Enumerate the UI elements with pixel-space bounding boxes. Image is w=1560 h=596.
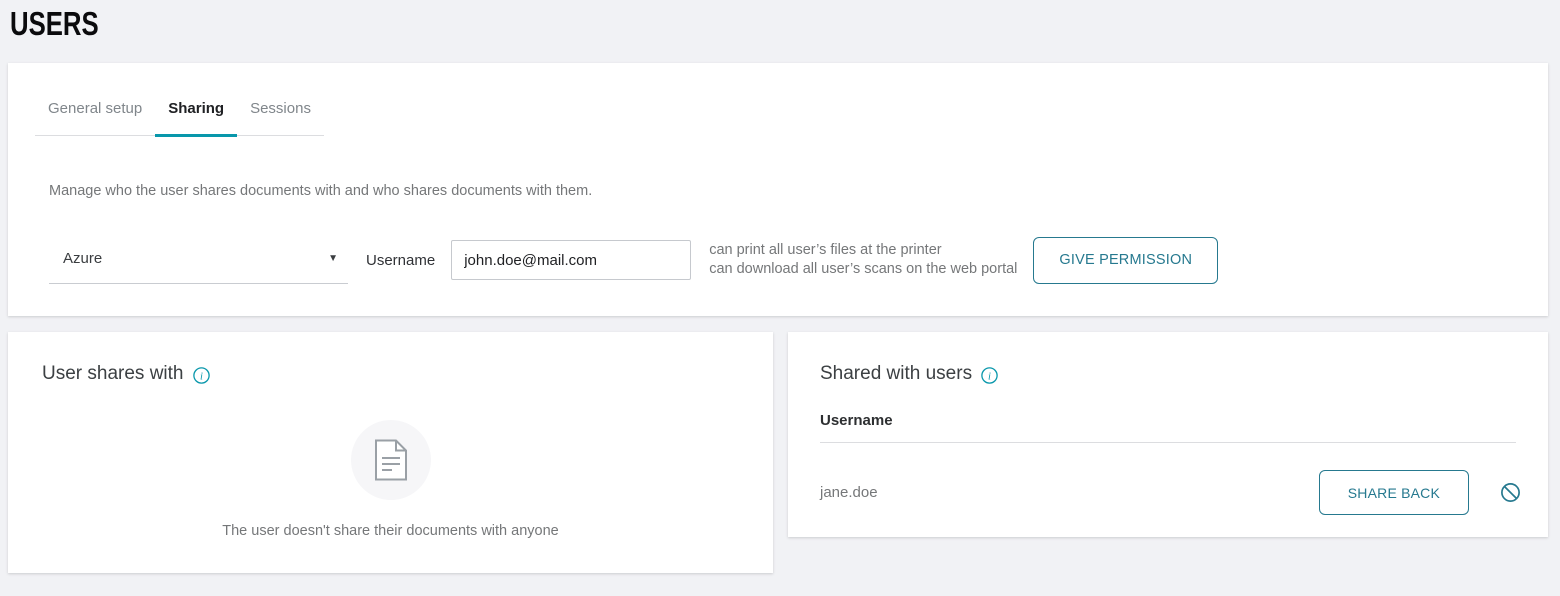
permission-note-line1: can print all user’s files at the printe…: [709, 241, 1017, 260]
permission-note-line2: can download all user’s scans on the web…: [709, 260, 1017, 279]
svg-text:i: i: [200, 371, 203, 382]
share-back-button[interactable]: SHARE BACK: [1319, 470, 1469, 515]
tab-sessions[interactable]: Sessions: [237, 100, 324, 137]
chevron-down-icon: ▼: [328, 253, 338, 264]
tab-sharing[interactable]: Sharing: [155, 100, 237, 137]
table-row: jane.doe SHARE BACK: [788, 443, 1548, 542]
give-permission-button[interactable]: GIVE PERMISSION: [1033, 237, 1218, 284]
user-shares-with-card: User shares with i The user doesn't shar…: [8, 332, 773, 573]
svg-text:i: i: [988, 371, 991, 382]
info-icon[interactable]: i: [193, 367, 210, 384]
empty-state-circle: [351, 420, 431, 500]
permission-note: can print all user’s files at the printe…: [709, 241, 1017, 279]
shared-username: jane.doe: [820, 484, 878, 501]
tab-general-setup[interactable]: General setup: [35, 100, 155, 137]
info-icon[interactable]: i: [981, 367, 998, 384]
block-icon[interactable]: [1500, 482, 1521, 503]
provider-select-value: Azure: [63, 250, 102, 267]
shared-with-users-card: Shared with users i Username jane.doe SH…: [788, 332, 1548, 537]
shared-with-users-title: Shared with users: [820, 363, 972, 385]
username-column-header: Username: [820, 412, 1516, 443]
username-input[interactable]: [451, 240, 691, 280]
tab-bar: General setup Sharing Sessions: [35, 100, 324, 136]
document-icon: [374, 439, 408, 481]
provider-select[interactable]: Azure ▼: [49, 238, 348, 284]
sharing-settings-card: General setup Sharing Sessions Manage wh…: [8, 63, 1548, 316]
add-share-form: Azure ▼ Username can print all user’s fi…: [49, 236, 1532, 284]
page-title: USERS: [10, 5, 99, 43]
username-field-label: Username: [366, 252, 435, 269]
sharing-description: Manage who the user shares documents wit…: [49, 183, 1548, 199]
user-shares-with-title: User shares with: [42, 363, 184, 385]
empty-state-message: The user doesn't share their documents w…: [8, 523, 773, 539]
